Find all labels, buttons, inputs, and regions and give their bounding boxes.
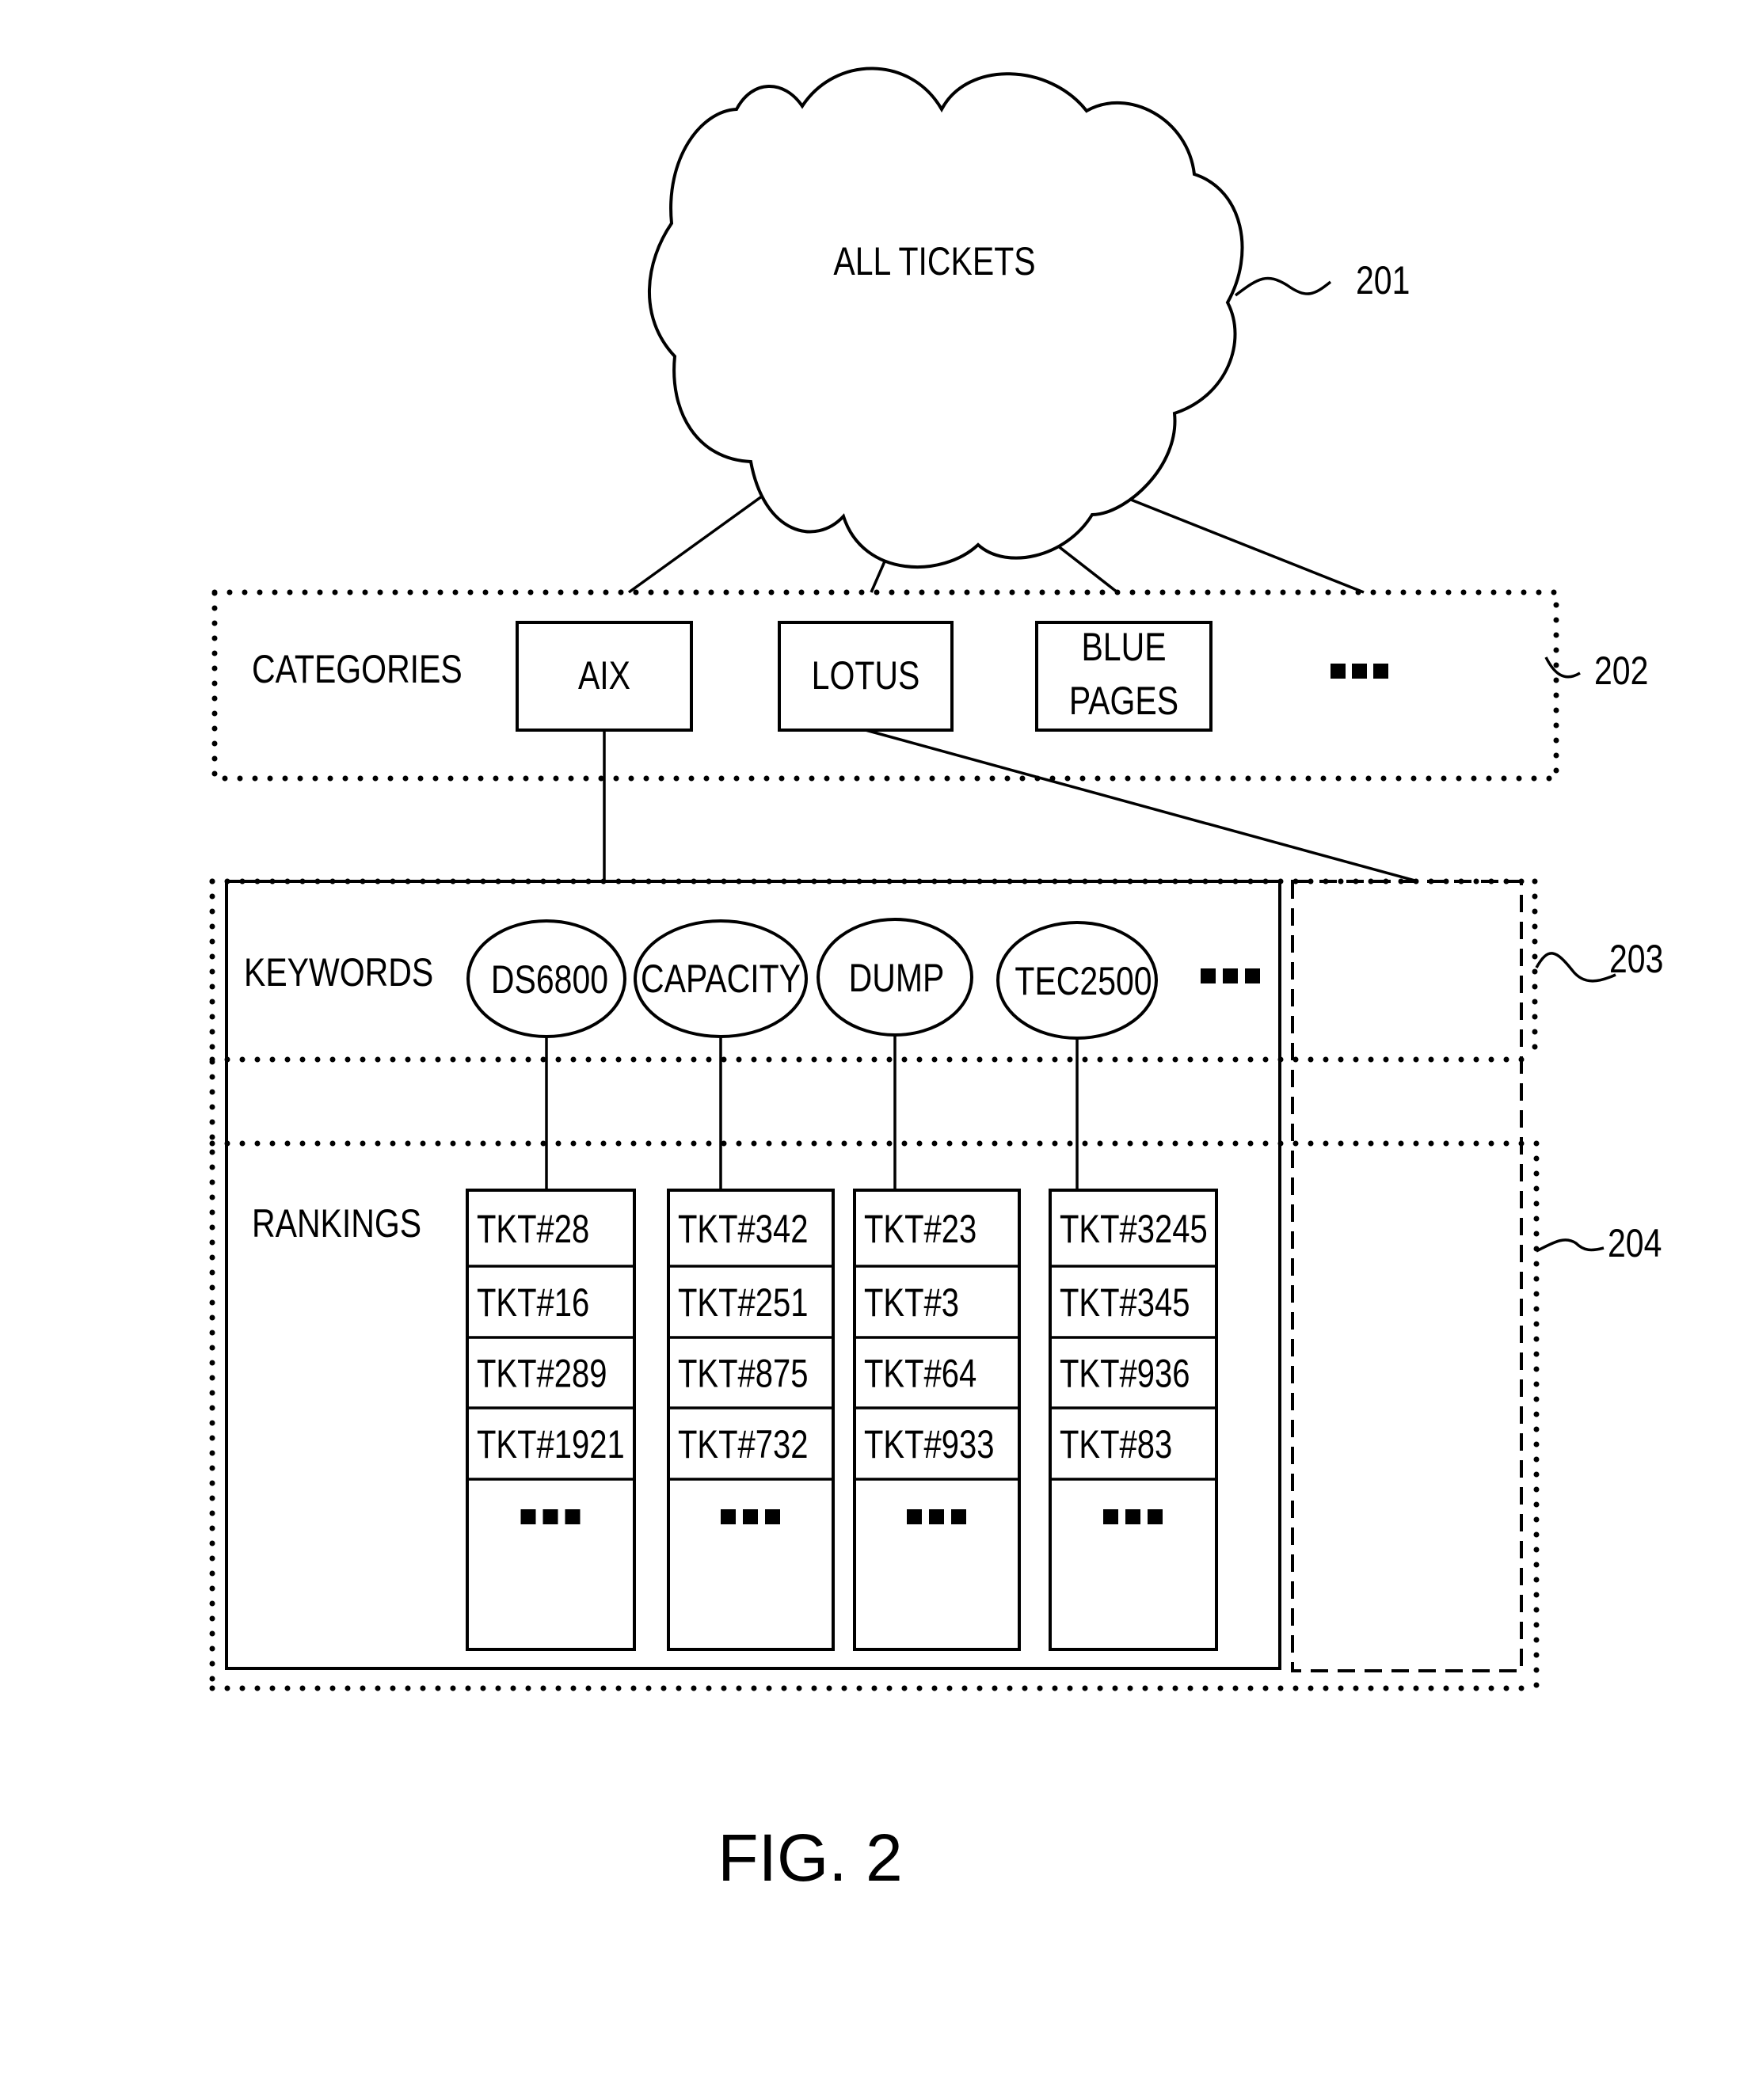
ellipsis-dot bbox=[1373, 664, 1388, 679]
category-label-line-1: BLUE bbox=[1081, 625, 1166, 669]
ranking-columns: TKT#28 TKT#16 TKT#289 TKT#1921 TKT#342 TKT#25… bbox=[466, 1189, 1218, 1651]
ranking-more-ellipsis bbox=[520, 1509, 581, 1524]
ticket-id: TKT#28 bbox=[477, 1207, 589, 1251]
ellipsis-dot bbox=[565, 1509, 581, 1524]
ranking-more-ellipsis bbox=[721, 1509, 780, 1524]
category-blue-pages[interactable]: BLUE PAGES bbox=[1035, 621, 1213, 732]
ticket-id: TKT#83 bbox=[1060, 1422, 1172, 1467]
ranking-column-box bbox=[466, 1189, 636, 1651]
cloud-shape bbox=[647, 67, 1244, 569]
ticket-id: TKT#1921 bbox=[477, 1422, 625, 1467]
ticket-id: TKT#3245 bbox=[1060, 1207, 1208, 1251]
ellipsis-dot bbox=[907, 1509, 922, 1524]
ellipsis-dot bbox=[520, 1509, 536, 1524]
keyword-label: CAPACITY bbox=[641, 957, 801, 1001]
ellipsis-dot bbox=[1245, 968, 1260, 983]
lotus-detail-panel bbox=[1291, 880, 1523, 1672]
categories-more-ellipsis bbox=[1331, 664, 1388, 679]
ellipsis-dot bbox=[1125, 1509, 1140, 1524]
ellipsis-dot bbox=[1352, 664, 1367, 679]
all-tickets-cloud: ALL TICKETS 201 bbox=[647, 67, 1410, 569]
figure-caption: FIG. 2 bbox=[718, 1820, 902, 1895]
ellipsis-dot bbox=[951, 1509, 966, 1524]
ellipsis-dot bbox=[1148, 1509, 1163, 1524]
ranking-column-box bbox=[853, 1189, 1021, 1651]
ticket-id: TKT#16 bbox=[477, 1280, 589, 1325]
keyword-label: DS6800 bbox=[491, 957, 608, 1002]
ticket-id: TKT#732 bbox=[678, 1422, 809, 1467]
ellipsis-dot bbox=[743, 1509, 758, 1524]
ref-number-203: 203 bbox=[1609, 937, 1663, 981]
ellipsis-dot bbox=[542, 1509, 558, 1524]
ellipsis-dot bbox=[929, 1509, 944, 1524]
keywords-heading: KEYWORDS bbox=[244, 950, 433, 995]
ranking-column: TKT#342 TKT#251 TKT#875 TKT#732 bbox=[667, 1189, 835, 1651]
ticket-id: TKT#875 bbox=[678, 1351, 809, 1395]
keyword-capacity[interactable]: CAPACITY bbox=[634, 919, 808, 1038]
ref-leader-202 bbox=[1544, 656, 1581, 679]
ellipsis-dot bbox=[765, 1509, 780, 1524]
cloud-label: ALL TICKETS bbox=[833, 239, 1035, 283]
ref-leader-204 bbox=[1536, 1238, 1605, 1253]
ellipsis-dot bbox=[1331, 664, 1346, 679]
category-aix[interactable]: AIX bbox=[516, 621, 693, 732]
keywords-section: KEYWORDS DS6800 CAPACITY DUMP TEC2500 20… bbox=[244, 918, 1663, 1190]
category-label-line-2: PAGES bbox=[1069, 679, 1178, 723]
ranking-column: TKT#3245 TKT#345 TKT#936 TKT#83 bbox=[1049, 1189, 1218, 1651]
ticket-id: TKT#23 bbox=[864, 1207, 976, 1251]
ticket-id: TKT#345 bbox=[1060, 1280, 1190, 1325]
keyword-ds6800[interactable]: DS6800 bbox=[466, 919, 626, 1038]
ticket-hierarchy-diagram: ALL TICKETS 201 CATEGORIES AIX LOTUS BLU… bbox=[209, 67, 1663, 1895]
ref-leader-203 bbox=[1535, 952, 1616, 983]
ref-leader-201 bbox=[1234, 276, 1332, 297]
ticket-id: TKT#64 bbox=[864, 1351, 976, 1395]
lotus-connector-line bbox=[865, 729, 1418, 883]
keyword-tec2500[interactable]: TEC2500 bbox=[996, 921, 1158, 1040]
ticket-id: TKT#251 bbox=[678, 1280, 809, 1325]
ticket-id: TKT#289 bbox=[477, 1351, 607, 1395]
ranking-column-box bbox=[667, 1189, 835, 1651]
categories-heading: CATEGORIES bbox=[252, 647, 463, 691]
ref-number-202: 202 bbox=[1594, 649, 1648, 693]
ticket-id: TKT#933 bbox=[864, 1422, 995, 1467]
keyword-label: TEC2500 bbox=[1015, 959, 1152, 1003]
rankings-section: RANKINGS TKT#28TKT#16TKT#289TKT#1921TKT#… bbox=[252, 1189, 1662, 1651]
category-label: AIX bbox=[578, 653, 630, 698]
ticket-id: TKT#3 bbox=[864, 1280, 959, 1325]
keyword-label: DUMP bbox=[849, 956, 945, 1000]
ticket-id: TKT#342 bbox=[678, 1207, 809, 1251]
ranking-more-ellipsis bbox=[1103, 1509, 1163, 1524]
ranking-more-ellipsis bbox=[907, 1509, 966, 1524]
ellipsis-dot bbox=[721, 1509, 736, 1524]
ranking-column: TKT#23 TKT#3 TKT#64 TKT#933 bbox=[853, 1189, 1021, 1651]
ticket-id: TKT#936 bbox=[1060, 1351, 1190, 1395]
rankings-heading: RANKINGS bbox=[252, 1201, 421, 1246]
ref-number-201: 201 bbox=[1356, 258, 1410, 302]
ranking-column: TKT#28 TKT#16 TKT#289 TKT#1921 bbox=[466, 1189, 636, 1651]
ellipsis-dot bbox=[1223, 968, 1238, 983]
ref-number-204: 204 bbox=[1608, 1221, 1662, 1265]
ranking-column-box bbox=[1049, 1189, 1218, 1651]
categories-section: CATEGORIES AIX LOTUS BLUE PAGES 202 bbox=[211, 589, 1648, 782]
ellipsis-dot bbox=[1201, 968, 1216, 983]
category-label: LOTUS bbox=[812, 653, 920, 698]
keywords-more-ellipsis bbox=[1201, 968, 1260, 983]
category-lotus[interactable]: LOTUS bbox=[778, 621, 954, 732]
ellipsis-dot bbox=[1103, 1509, 1118, 1524]
keyword-dump[interactable]: DUMP bbox=[817, 918, 973, 1037]
